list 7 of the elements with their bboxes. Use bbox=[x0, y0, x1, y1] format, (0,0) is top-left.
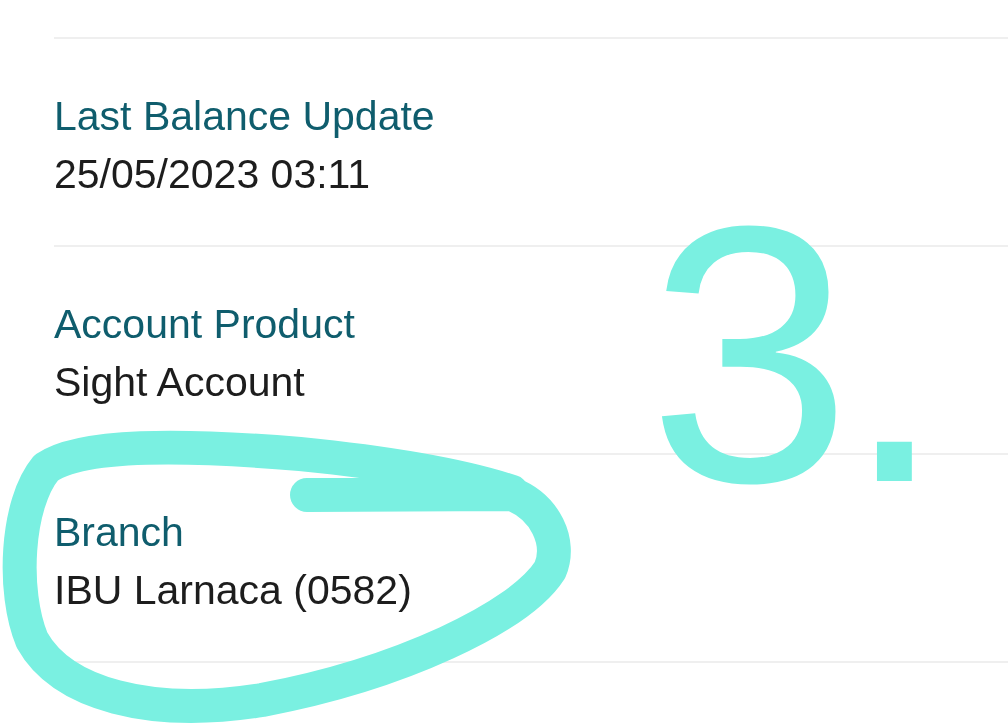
detail-value: IBU Larnaca (0582) bbox=[54, 566, 412, 615]
detail-value: 25/05/2023 03:11 bbox=[54, 150, 371, 199]
detail-label: Last Balance Update bbox=[54, 92, 435, 141]
handwritten-number: 3. bbox=[648, 172, 938, 538]
detail-label: Branch bbox=[54, 508, 184, 557]
detail-label: Account Product bbox=[54, 300, 355, 349]
detail-value: Sight Account bbox=[54, 358, 305, 407]
